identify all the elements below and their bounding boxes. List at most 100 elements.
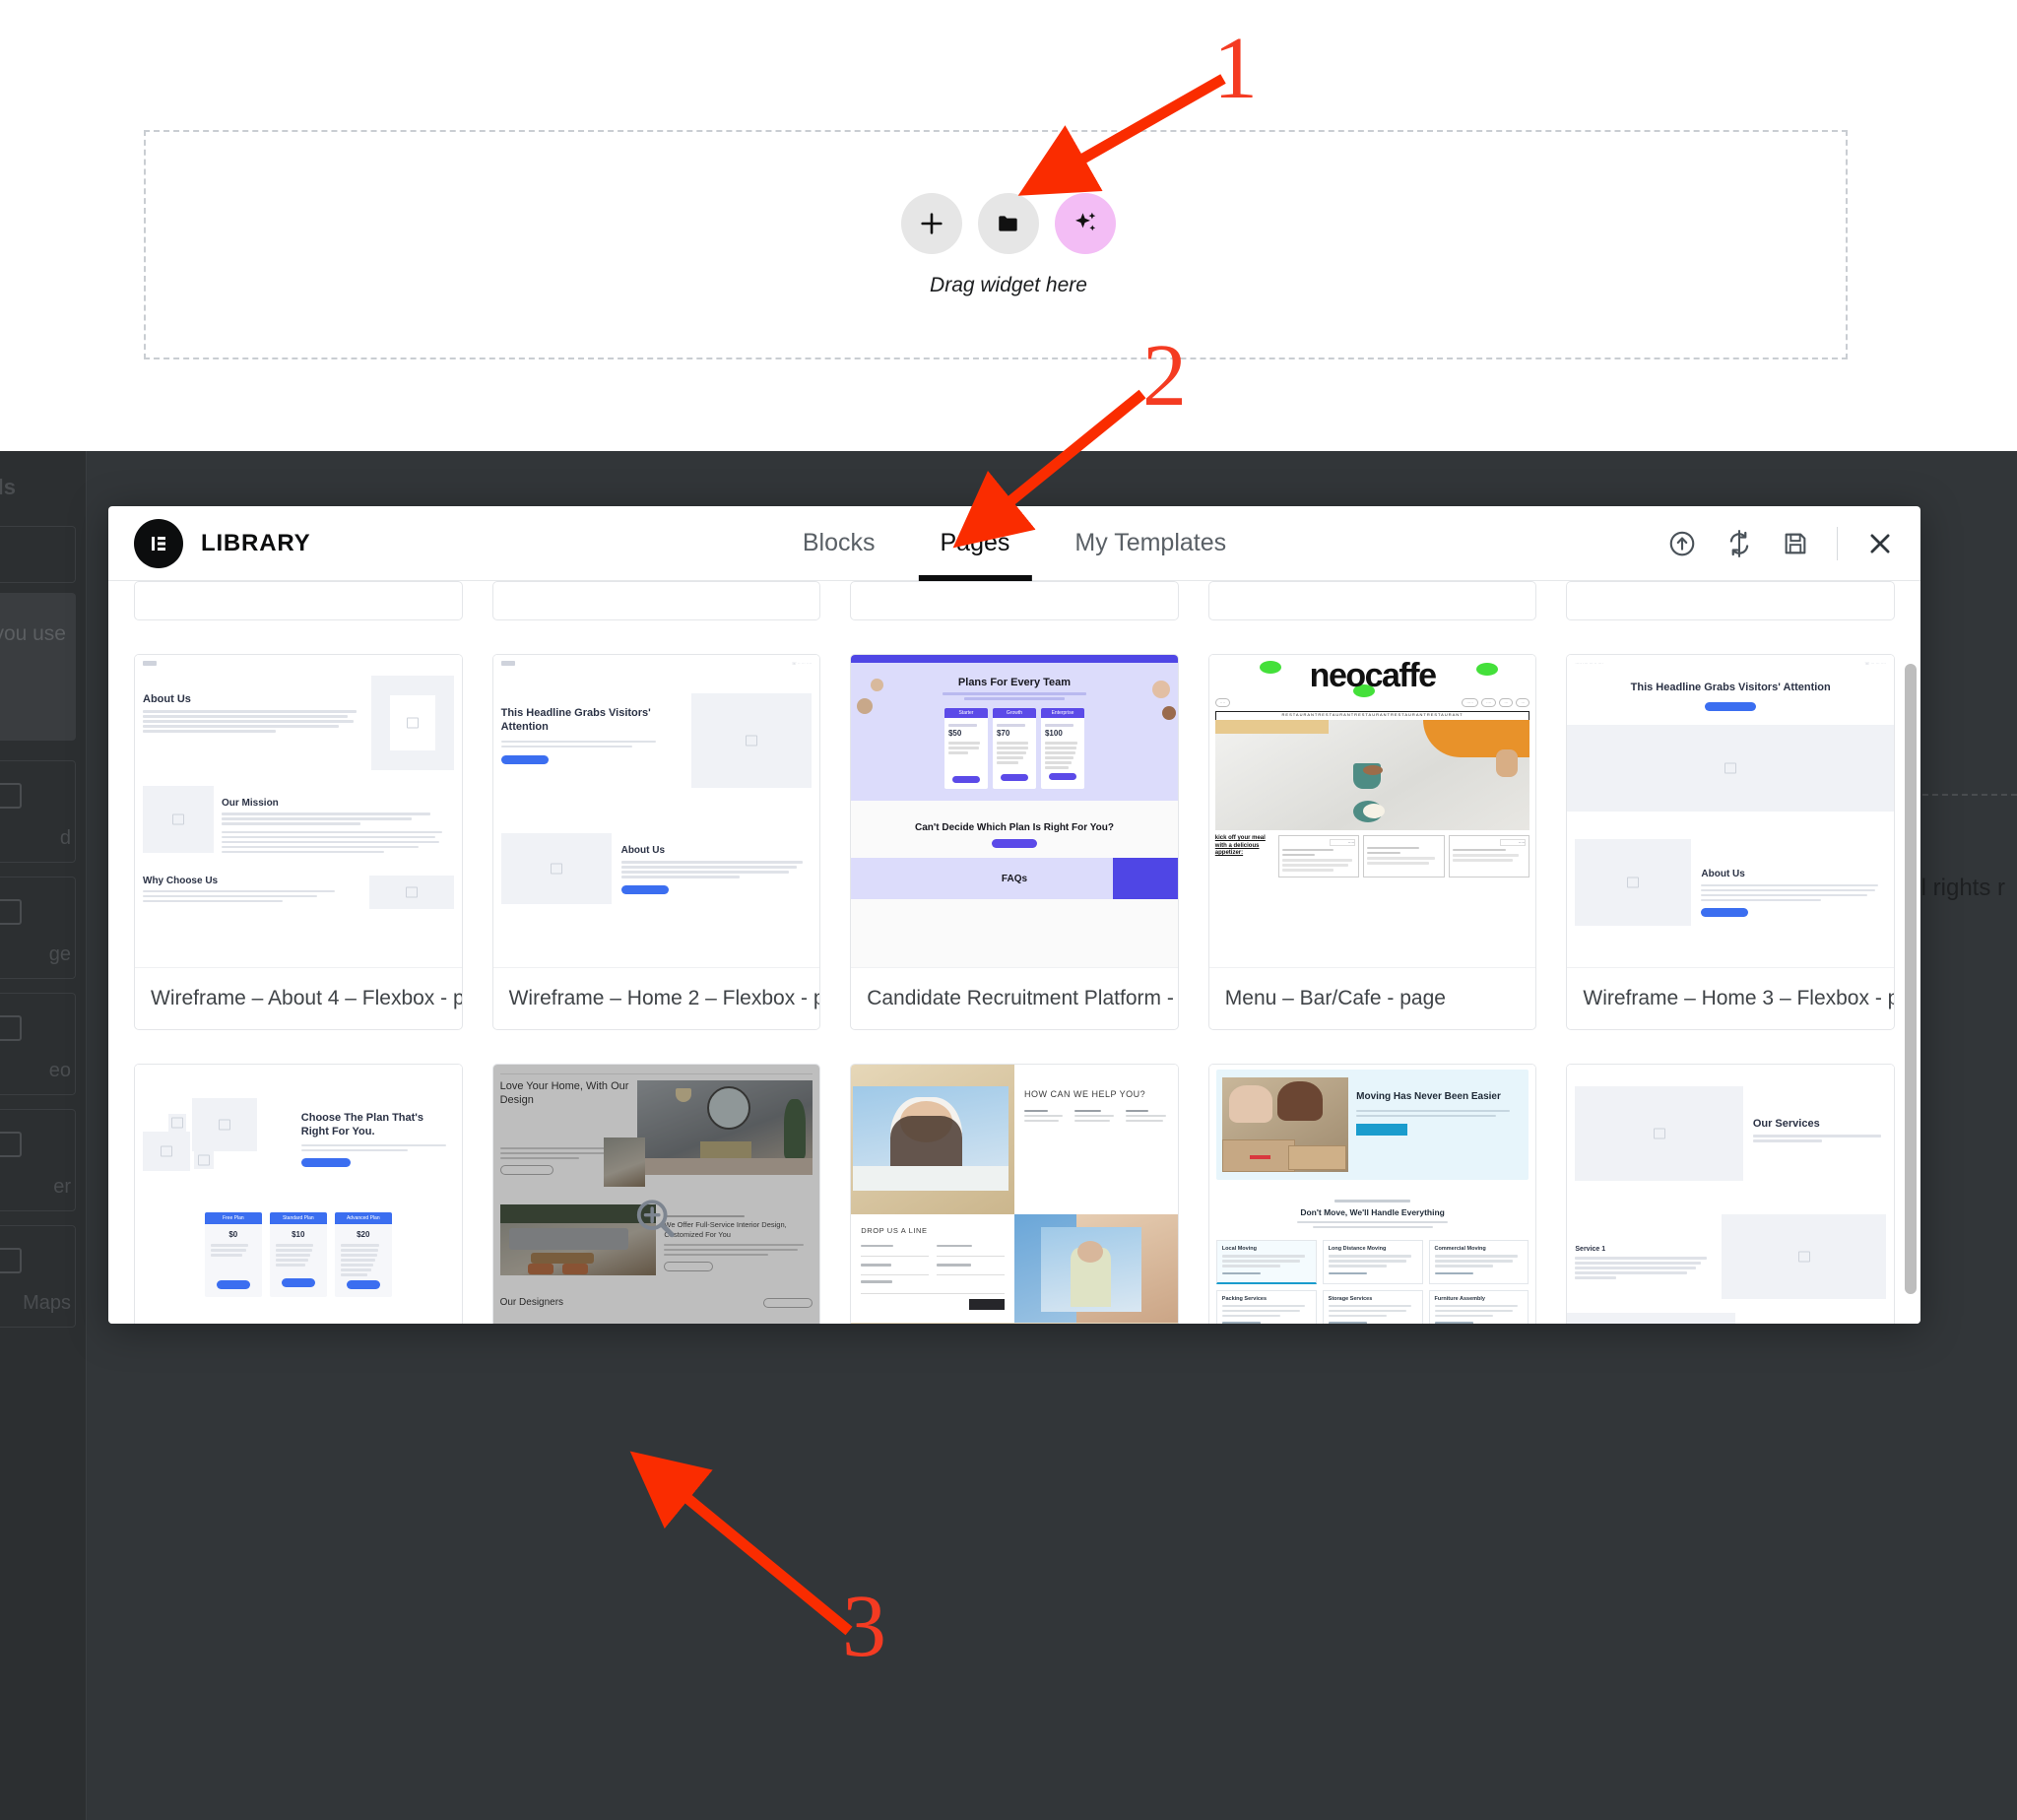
template-thumbnail: neocaffe ···· ····· ···· ··· ··· RESTAUR… [1208, 655, 1536, 968]
backdrop-footer-text: ll rights r [1916, 875, 2005, 901]
template-card-wireframe-services-1[interactable]: Our Services Service 1 [1566, 1064, 1895, 1324]
plan-name: Starter [943, 707, 988, 718]
add-element-button[interactable] [901, 193, 962, 254]
service-name: Furniture Assembly [1434, 1295, 1485, 1302]
thumb-heading: Choose The Plan That's Right For You. [300, 1112, 424, 1138]
template-card-wireframe-pricing-1[interactable]: Choose The Plan That's Right For You. Fr… [134, 1064, 463, 1324]
thumb-heading: Don't Move, We'll Handle Everything [1300, 1206, 1445, 1217]
header-divider [1837, 526, 1838, 560]
folder-icon [999, 216, 1017, 231]
modal-scrollbar[interactable] [1905, 664, 1917, 1294]
template-card[interactable] [1207, 581, 1537, 620]
thumb-heading: Plans For Every Team [957, 677, 1072, 688]
panel-widget-image[interactable]: ge [0, 877, 76, 979]
service-name: Long Distance Moving [1328, 1246, 1387, 1252]
panel-tip: you use [0, 593, 76, 741]
video-icon [0, 1015, 22, 1041]
magnifier-plus-icon[interactable] [633, 1196, 679, 1246]
thumb-heading: Moving Has Never Been Easier [1356, 1091, 1501, 1102]
template-card[interactable] [134, 581, 463, 620]
annotation-number-1: 1 [1213, 20, 1258, 117]
template-card[interactable] [491, 581, 821, 620]
template-card-wireframe-about-4[interactable]: About Us Our Mission Why Choose Us Wiref… [134, 654, 463, 1030]
panel-widget-video[interactable]: eo [0, 993, 76, 1095]
plan-price: $20 [357, 1230, 370, 1239]
elementor-logo-icon [134, 518, 183, 568]
tab-my-templates[interactable]: My Templates [1074, 506, 1226, 581]
annotation-number-2: 2 [1142, 327, 1187, 424]
thumb-heading: Our Designers [499, 1297, 564, 1308]
floppy-save-icon[interactable] [1782, 530, 1809, 557]
editor-widgets-panel: oals you use d ge eo er Maps [0, 451, 87, 1820]
panel-search-field[interactable] [0, 526, 76, 583]
template-card-menu-bar-cafe[interactable]: neocaffe ···· ····· ···· ··· ··· RESTAUR… [1207, 654, 1537, 1030]
service-name: Packing Services [1221, 1295, 1268, 1302]
template-card-candidate-recruitment[interactable]: Plans For Every Team Starter $50 Growth … [850, 654, 1179, 1030]
thumb-heading: We Offer Full-Service Interior Design, C… [664, 1220, 787, 1239]
thumb-heading: Why Choose Us [143, 875, 219, 886]
divider-icon [0, 1132, 22, 1157]
panel-widget-label: ge [48, 943, 71, 965]
annotation-number-3: 3 [842, 1578, 886, 1675]
thumb-heading: About Us [620, 845, 666, 856]
modal-title: LIBRARY [201, 529, 311, 556]
template-card-title: Candidate Recruitment Platform - p... [867, 987, 1178, 1009]
panel-widget-label: Maps [23, 1292, 71, 1314]
sync-icon[interactable] [1724, 529, 1754, 558]
thumb-logo: neocaffe [1309, 657, 1437, 694]
close-x-icon[interactable] [1865, 529, 1895, 558]
template-card[interactable] [850, 581, 1179, 620]
thumb-heading: HOW CAN WE HELP YOU? [1023, 1089, 1146, 1099]
template-card[interactable] [1566, 581, 1895, 620]
template-thumbnail: Plans For Every Team Starter $50 Growth … [851, 655, 1178, 968]
plan-price: $70 [996, 729, 1010, 738]
template-thumbnail: Choose The Plan That's Right For You. Fr… [135, 1065, 462, 1324]
template-card-interior-design[interactable]: Love Your Home, With Our Design We Offer… [491, 1064, 821, 1324]
heading-icon [0, 783, 22, 809]
template-card-packing-moving[interactable]: Moving Has Never Been Easier Don't Move,… [1207, 1064, 1537, 1324]
thumb-heading: Our Mission [222, 798, 279, 809]
brand: LIBRARY [134, 518, 311, 568]
plan-price: $0 [228, 1230, 238, 1239]
service-name: Storage Services [1328, 1295, 1373, 1302]
template-thumbnail: Our Services Service 1 [1567, 1065, 1894, 1324]
thumb-heading: Can't Decide Which Plan Is Right For You… [914, 822, 1114, 833]
template-thumbnail: Love Your Home, With Our Design We Offer… [492, 1065, 820, 1324]
map-icon [0, 1248, 22, 1273]
panel-widget-maps[interactable]: Maps [0, 1225, 76, 1328]
plan-name: Advanced Plan [334, 1212, 392, 1224]
panel-widget-heading[interactable]: d [0, 760, 76, 863]
template-grid-scroll[interactable]: About Us Our Mission Why Choose Us Wiref… [108, 581, 1920, 1324]
plan-price: $50 [947, 729, 962, 738]
plan-price: $100 [1044, 729, 1063, 738]
template-card-title: Menu – Bar/Cafe - page [1224, 987, 1446, 1009]
ai-button[interactable] [1055, 193, 1116, 254]
editor-canvas: Drag widget here [0, 0, 2017, 451]
panel-heading: oals [0, 475, 17, 499]
template-card-title: Wireframe – Home 3 – Flexbox - pa... [1583, 987, 1894, 1009]
panel-widget-divider[interactable]: er [0, 1109, 76, 1211]
template-library-modal: LIBRARY Blocks Pages My Templates About … [108, 506, 1920, 1324]
plan-name: Enterprise [1040, 707, 1084, 718]
service-name: Local Moving [1221, 1246, 1257, 1252]
template-grid: About Us Our Mission Why Choose Us Wiref… [134, 581, 1895, 1324]
thumb-wireframe-about: About Us Our Mission Why Choose Us [135, 655, 462, 967]
modal-actions [1667, 526, 1895, 560]
thumb-heading: kick off your meal with a delicious appe… [1214, 835, 1266, 856]
thumb-wireframe-services: Our Services Service 1 [1567, 1065, 1894, 1324]
tab-blocks[interactable]: Blocks [803, 506, 876, 581]
template-card-wireframe-home-2[interactable]: ☏ ·· ··· ···· This Headline Grabs Visito… [491, 654, 821, 1030]
template-library-button[interactable] [978, 193, 1039, 254]
thumb-heading: Love Your Home, With Our Design [499, 1080, 629, 1106]
template-thumbnail: ····· ···· ··· ·· ···· ☏ ··· ··· ···· Thi… [1567, 655, 1894, 968]
tab-pages[interactable]: Pages [918, 506, 1032, 581]
template-card-wireframe-home-3[interactable]: ····· ···· ··· ·· ···· ☏ ··· ··· ···· Thi… [1566, 654, 1895, 1030]
thumb-neocaffe: neocaffe ···· ····· ···· ··· ··· RESTAUR… [1208, 655, 1536, 967]
thumb-heading: This Headline Grabs Visitors' Attention [1630, 682, 1831, 693]
thumb-heading: About Us [143, 693, 191, 705]
upload-circle-icon[interactable] [1667, 529, 1697, 558]
panel-widget-label: er [53, 1176, 71, 1198]
thumb-recruitment: Plans For Every Team Starter $50 Growth … [851, 655, 1178, 967]
modal-tabs: Blocks Pages My Templates [803, 506, 1226, 581]
template-card-conference-contact[interactable]: HOW CAN WE HELP YOU? DROP US A LINE [850, 1064, 1179, 1324]
